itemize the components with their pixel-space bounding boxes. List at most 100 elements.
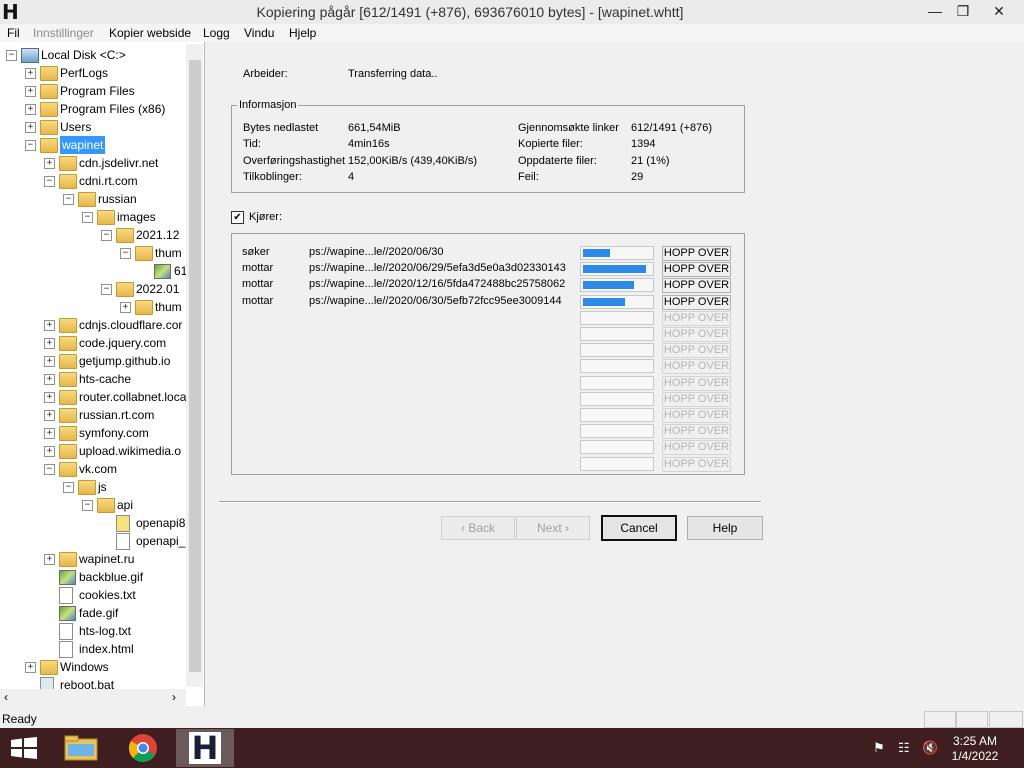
scroll-right-icon[interactable]: › [172,690,176,704]
expand-icon[interactable]: + [44,410,55,421]
scroll-left-icon[interactable]: ‹ [4,690,8,704]
chrome-icon[interactable] [128,733,158,763]
tree-horizontal-scrollbar[interactable]: ‹ › [0,689,186,706]
tree-item[interactable]: − images [0,208,186,226]
tree-item[interactable]: + Users [0,118,186,136]
tree-item[interactable]: − thum [0,244,186,262]
expand-icon[interactable]: + [44,446,55,457]
tree-item[interactable]: + code.jquery.com [0,334,186,352]
expand-icon[interactable]: + [25,86,36,97]
skip-button[interactable]: HOPP OVER [662,391,731,407]
expand-icon[interactable]: + [44,356,55,367]
collapse-icon[interactable]: − [6,50,17,61]
tree-item[interactable]: + PerfLogs [0,64,186,82]
tree-item[interactable]: − api [0,496,186,514]
back-button[interactable]: ‹ Back [441,516,515,540]
skip-button[interactable]: HOPP OVER [662,294,731,310]
windows-start-icon[interactable] [10,737,38,759]
collapse-icon[interactable]: − [63,194,74,205]
tree-item[interactable]: + thum [0,298,186,316]
network-icon[interactable]: ☷ [898,740,910,756]
menu-innstillinger[interactable]: Innstillinger [33,25,94,41]
tree-item[interactable]: index.html [0,640,186,658]
file-explorer-icon[interactable] [64,735,98,761]
skip-button[interactable]: HOPP OVER [662,327,731,342]
cancel-button[interactable]: Cancel [601,515,677,541]
skip-button[interactable]: HOPP OVER [662,246,731,261]
skip-button[interactable]: HOPP OVER [662,278,731,294]
tree-item[interactable]: − js [0,478,186,496]
menu-fil[interactable]: Fil [7,25,20,41]
clock[interactable]: 3:25 AM 1/4/2022 [940,734,1010,764]
tree-item[interactable]: fade.gif [0,604,186,622]
menu-logg[interactable]: Logg [203,25,230,41]
tree-item[interactable]: openapi8 [0,514,186,532]
skip-button[interactable]: HOPP OVER [662,456,731,472]
tree-item[interactable]: − cdni.rt.com [0,172,186,190]
collapse-icon[interactable]: − [82,500,93,511]
menu-kopier-webside[interactable]: Kopier webside [109,25,191,41]
skip-button[interactable]: HOPP OVER [662,343,731,359]
tree-item[interactable]: backblue.gif [0,568,186,586]
skip-button[interactable]: HOPP OVER [662,262,731,278]
tree-item[interactable]: openapi_ [0,532,186,550]
tree-item[interactable]: + wapinet.ru [0,550,186,568]
flag-icon[interactable]: ⚑ [873,740,885,756]
tree-item[interactable]: 61 [0,262,186,280]
close-icon[interactable]: ✕ [976,0,1022,22]
expand-icon[interactable]: + [120,302,131,313]
expand-icon[interactable]: + [44,428,55,439]
tree-item[interactable]: − Local Disk <C:> [0,46,186,64]
menu-vindu[interactable]: Vindu [244,25,274,41]
volume-muted-icon[interactable]: 🔇 [922,740,938,756]
tree-item[interactable]: + symfony.com [0,424,186,442]
next-button[interactable]: Next › [516,516,590,540]
tree-item[interactable]: − vk.com [0,460,186,478]
skip-button[interactable]: HOPP OVER [662,359,731,375]
expand-icon[interactable]: + [25,104,36,115]
tree-item[interactable]: + Windows [0,658,186,676]
skip-button[interactable]: HOPP OVER [662,408,731,423]
expand-icon[interactable]: + [25,68,36,79]
restore-icon[interactable]: ❐ [946,0,980,22]
collapse-icon[interactable]: − [120,248,131,259]
expand-icon[interactable]: + [44,338,55,349]
running-checkbox[interactable]: ✔ [231,211,244,224]
tree-item[interactable]: + Program Files [0,82,186,100]
expand-icon[interactable]: + [44,374,55,385]
collapse-icon[interactable]: − [101,230,112,241]
tree-item[interactable]: + router.collabnet.loca [0,388,186,406]
expand-icon[interactable]: + [44,392,55,403]
expand-icon[interactable]: + [44,158,55,169]
collapse-icon[interactable]: − [44,464,55,475]
help-button[interactable]: Help [687,516,763,540]
collapse-icon[interactable]: − [63,482,74,493]
tree-item[interactable]: + Program Files (x86) [0,100,186,118]
tree-item[interactable]: + cdn.jsdelivr.net [0,154,186,172]
skip-button[interactable]: HOPP OVER [662,310,731,326]
tree-item[interactable]: hts-log.txt [0,622,186,640]
expand-icon[interactable]: + [44,554,55,565]
expand-icon[interactable]: + [25,122,36,133]
tree-item[interactable]: + russian.rt.com [0,406,186,424]
tree-item[interactable]: − 2022.01 [0,280,186,298]
expand-icon[interactable]: + [25,662,36,673]
collapse-icon[interactable]: − [25,140,36,151]
skip-button[interactable]: HOPP OVER [662,424,731,440]
collapse-icon[interactable]: − [82,212,93,223]
skip-button[interactable]: HOPP OVER [662,440,731,456]
collapse-icon[interactable]: − [101,284,112,295]
tree-item[interactable]: + upload.wikimedia.o [0,442,186,460]
menu-hjelp[interactable]: Hjelp [289,25,316,41]
tree-item[interactable]: − wapinet [0,136,186,154]
expand-icon[interactable]: + [44,320,55,331]
collapse-icon[interactable]: − [44,176,55,187]
tree-item[interactable]: + hts-cache [0,370,186,388]
folder-tree[interactable]: − Local Disk <C:> + PerfLogs + Program Files +… [0,42,205,706]
tree-scroll-thumb[interactable] [189,60,201,672]
tree-item[interactable]: − russian [0,190,186,208]
tree-item[interactable]: + getjump.github.io [0,352,186,370]
tree-item[interactable]: + cdnjs.cloudflare.cor [0,316,186,334]
httrack-taskbar-button[interactable]: H [176,729,234,767]
skip-button[interactable]: HOPP OVER [662,375,731,391]
